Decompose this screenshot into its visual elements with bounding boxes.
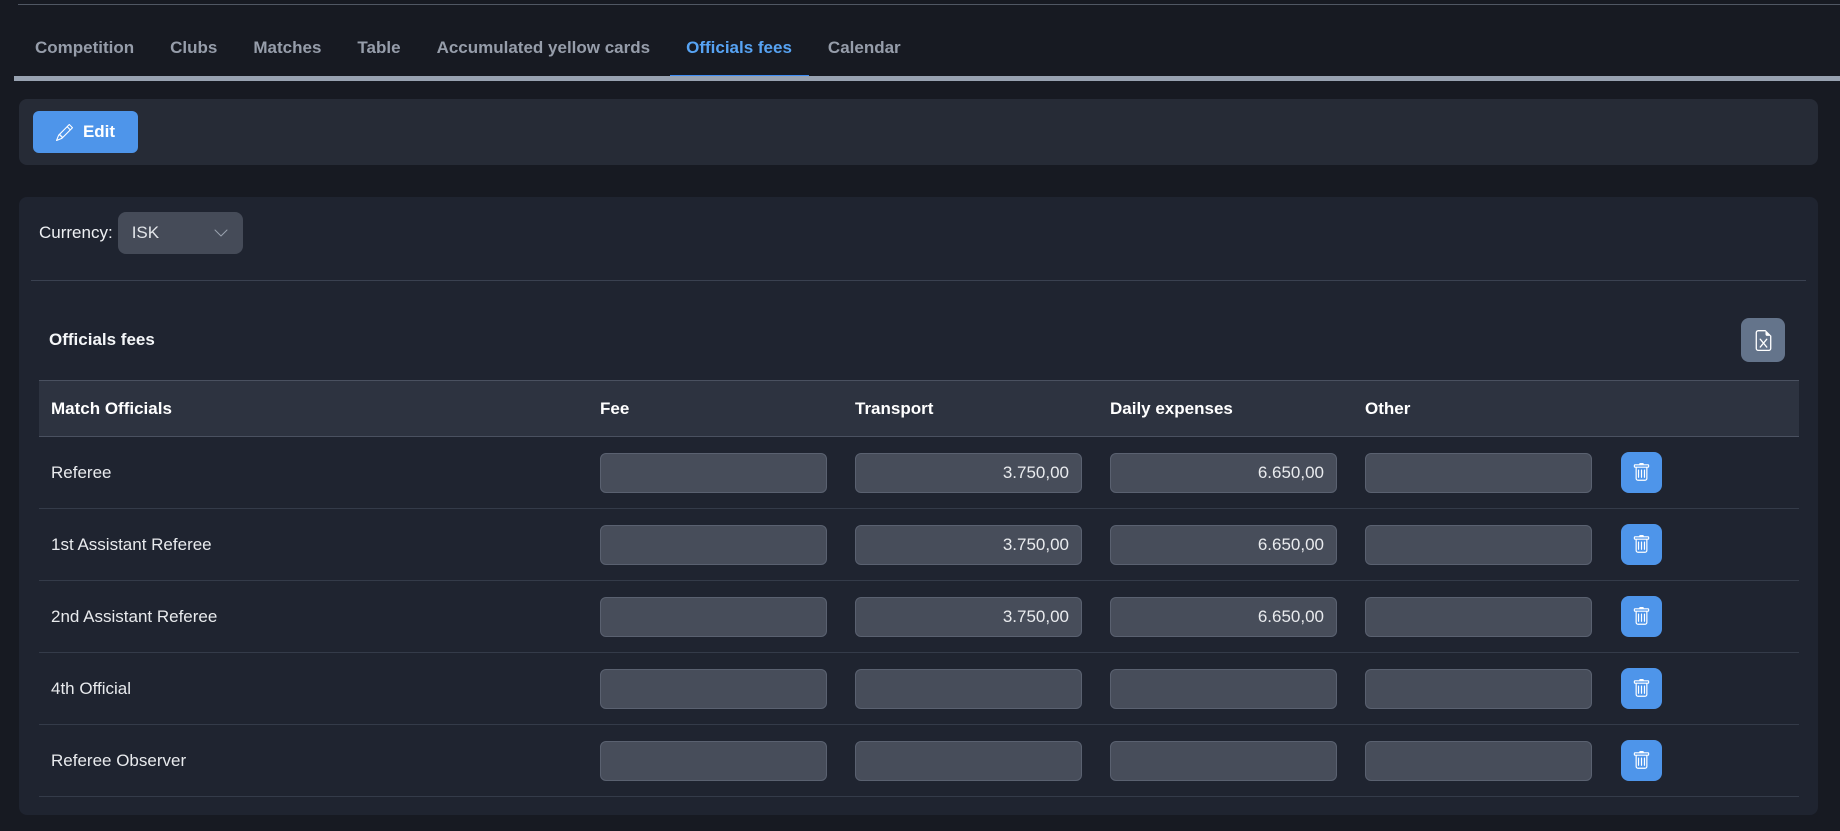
- fee-input[interactable]: [600, 525, 827, 565]
- tab-competition[interactable]: Competition: [35, 0, 134, 81]
- tab-table[interactable]: Table: [357, 0, 400, 81]
- tab-officials-fees[interactable]: Officials fees: [686, 0, 792, 81]
- export-excel-button[interactable]: [1741, 318, 1785, 362]
- tab-bar: Competition Clubs Matches Table Accumula…: [0, 0, 1840, 81]
- officials-fees-panel: Currency: ISK Officials fees Match Offic…: [19, 197, 1818, 815]
- divider: [31, 280, 1806, 281]
- column-other: Other: [1365, 399, 1620, 419]
- currency-row: Currency: ISK: [39, 212, 243, 254]
- fee-input[interactable]: [600, 597, 827, 637]
- fee-input[interactable]: [600, 669, 827, 709]
- fee-input[interactable]: [600, 453, 827, 493]
- trash-icon: [1632, 679, 1651, 698]
- tab-calendar[interactable]: Calendar: [828, 0, 901, 81]
- transport-input[interactable]: [855, 525, 1082, 565]
- delete-row-button[interactable]: [1621, 740, 1662, 781]
- daily-expenses-input[interactable]: [1110, 741, 1337, 781]
- trash-icon: [1632, 463, 1651, 482]
- currency-select[interactable]: ISK: [118, 212, 243, 254]
- other-input[interactable]: [1365, 453, 1592, 493]
- column-transport: Transport: [855, 399, 1110, 419]
- column-daily-expenses: Daily expenses: [1110, 399, 1365, 419]
- column-fee: Fee: [600, 399, 855, 419]
- official-name: 1st Assistant Referee: [39, 535, 600, 555]
- official-name: Referee: [39, 463, 600, 483]
- other-input[interactable]: [1365, 669, 1592, 709]
- tab-matches[interactable]: Matches: [253, 0, 321, 81]
- other-input[interactable]: [1365, 525, 1592, 565]
- daily-expenses-input[interactable]: [1110, 453, 1337, 493]
- edit-button[interactable]: Edit: [33, 111, 138, 153]
- table-row: 2nd Assistant Referee: [39, 581, 1799, 653]
- transport-input[interactable]: [855, 741, 1082, 781]
- delete-row-button[interactable]: [1621, 524, 1662, 565]
- tab-accumulated-yellow-cards[interactable]: Accumulated yellow cards: [437, 0, 651, 81]
- currency-selected-value: ISK: [132, 223, 159, 243]
- trash-icon: [1632, 535, 1651, 554]
- transport-input[interactable]: [855, 597, 1082, 637]
- officials-fees-table: Match Officials Fee Transport Daily expe…: [39, 380, 1799, 797]
- other-input[interactable]: [1365, 597, 1592, 637]
- fee-input[interactable]: [600, 741, 827, 781]
- chevron-down-icon: [213, 225, 229, 241]
- daily-expenses-input[interactable]: [1110, 669, 1337, 709]
- toolbar: Edit: [19, 99, 1818, 165]
- tab-clubs[interactable]: Clubs: [170, 0, 217, 81]
- table-header-row: Match Officials Fee Transport Daily expe…: [39, 380, 1799, 437]
- edit-button-label: Edit: [83, 122, 115, 142]
- currency-label: Currency:: [39, 223, 113, 243]
- tab-track: [14, 76, 1840, 81]
- delete-row-button[interactable]: [1621, 452, 1662, 493]
- section-title: Officials fees: [49, 330, 155, 350]
- page: Competition Clubs Matches Table Accumula…: [0, 0, 1840, 831]
- table-row: 4th Official: [39, 653, 1799, 725]
- official-name: Referee Observer: [39, 751, 600, 771]
- trash-icon: [1632, 607, 1651, 626]
- column-match-officials: Match Officials: [39, 399, 600, 419]
- table-row: 1st Assistant Referee: [39, 509, 1799, 581]
- official-name: 2nd Assistant Referee: [39, 607, 600, 627]
- daily-expenses-input[interactable]: [1110, 525, 1337, 565]
- transport-input[interactable]: [855, 453, 1082, 493]
- delete-row-button[interactable]: [1621, 668, 1662, 709]
- table-row: Referee Observer: [39, 725, 1799, 797]
- trash-icon: [1632, 751, 1651, 770]
- transport-input[interactable]: [855, 669, 1082, 709]
- official-name: 4th Official: [39, 679, 600, 699]
- table-row: Referee: [39, 437, 1799, 509]
- daily-expenses-input[interactable]: [1110, 597, 1337, 637]
- delete-row-button[interactable]: [1621, 596, 1662, 637]
- pencil-icon: [56, 124, 73, 141]
- file-excel-icon: [1753, 330, 1774, 351]
- other-input[interactable]: [1365, 741, 1592, 781]
- section-header: Officials fees: [49, 318, 1785, 362]
